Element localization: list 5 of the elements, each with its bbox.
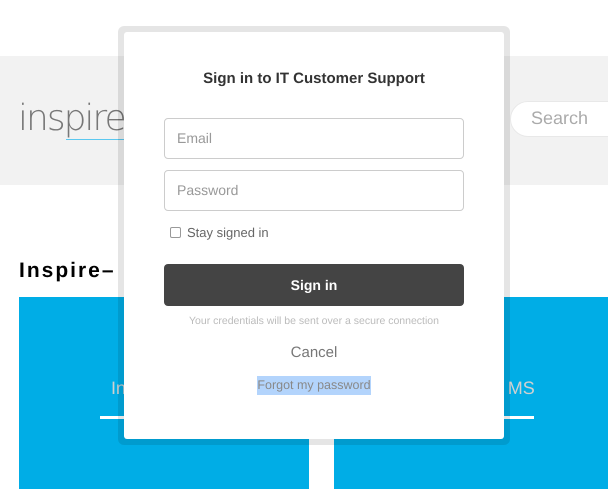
checkbox-label: Stay signed in [187, 224, 269, 242]
security-note: Your credentials will be sent over a secure connection [188, 314, 439, 329]
page-heading: Inspire– [19, 259, 116, 282]
dialog-title: Sign in to IT Customer Support [203, 69, 425, 89]
tile-title: MS [508, 378, 535, 398]
